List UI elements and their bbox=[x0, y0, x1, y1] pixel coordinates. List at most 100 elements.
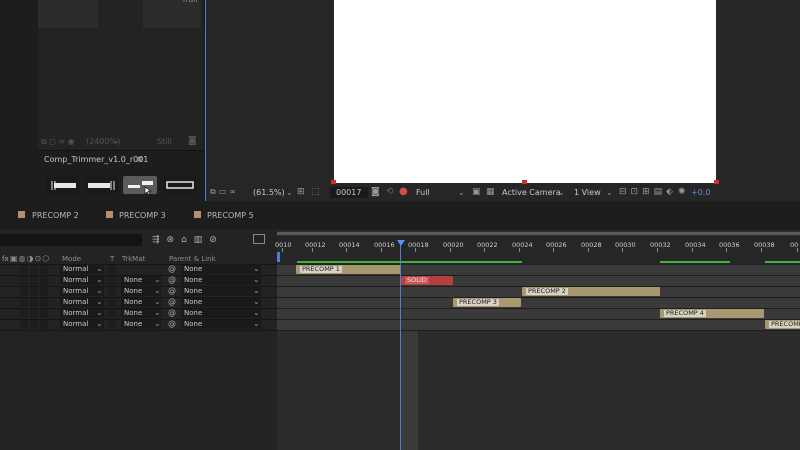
frame-field[interactable]: 00017 bbox=[336, 188, 361, 197]
chevron-down-icon[interactable]: ⌄ bbox=[154, 319, 161, 328]
layer-bar[interactable]: PRECOMP 4 bbox=[660, 309, 764, 318]
layer-switch[interactable] bbox=[30, 309, 38, 318]
time-navigator-range[interactable] bbox=[277, 232, 800, 235]
parent-select[interactable]: None bbox=[181, 287, 261, 296]
layer-switch[interactable] bbox=[30, 265, 38, 274]
parent-select[interactable]: None bbox=[181, 320, 261, 329]
trim-split-button[interactable] bbox=[123, 176, 157, 196]
chevron-down-icon[interactable]: ⌄ bbox=[253, 308, 260, 317]
layer-switch[interactable] bbox=[20, 265, 28, 274]
trim-left-button[interactable] bbox=[46, 176, 80, 194]
chevron-down-icon[interactable]: ⌄ bbox=[96, 297, 103, 306]
chevron-down-icon[interactable]: ⌄ bbox=[253, 319, 260, 328]
tab-precomp-2[interactable]: PRECOMP 2 bbox=[32, 211, 79, 220]
pickwhip-icon[interactable]: @ bbox=[168, 286, 176, 295]
current-time-indicator[interactable] bbox=[400, 240, 401, 450]
preserve-transparency-toggle[interactable] bbox=[108, 265, 116, 274]
layer-switch[interactable] bbox=[40, 276, 48, 285]
layer-bar[interactable]: SOLID bbox=[401, 276, 453, 285]
chevron-down-icon[interactable]: ⌄ bbox=[286, 188, 293, 197]
parent-select[interactable]: None bbox=[181, 265, 261, 274]
chevron-down-icon[interactable]: ⌄ bbox=[253, 286, 260, 295]
camera-select[interactable]: Active Camera bbox=[502, 188, 561, 197]
chevron-down-icon[interactable]: ⌄ bbox=[154, 275, 161, 284]
chevron-down-icon[interactable]: ⌄ bbox=[96, 308, 103, 317]
resolution-select[interactable]: Full bbox=[416, 188, 430, 197]
layer-switch[interactable] bbox=[30, 320, 38, 329]
preserve-transparency-toggle[interactable] bbox=[108, 276, 116, 285]
chevron-down-icon[interactable]: ⌄ bbox=[113, 136, 120, 145]
layer-switch[interactable] bbox=[40, 298, 48, 307]
thumbnail-tile[interactable] bbox=[38, 0, 98, 28]
chevron-down-icon[interactable]: ⌄ bbox=[96, 264, 103, 273]
layer-switch[interactable] bbox=[20, 320, 28, 329]
parent-select[interactable]: None bbox=[181, 276, 261, 285]
parent-select[interactable]: None bbox=[181, 298, 261, 307]
layer-bar[interactable]: PRECOMP 1 bbox=[296, 265, 400, 274]
preserve-transparency-toggle[interactable] bbox=[108, 287, 116, 296]
layer-switch[interactable] bbox=[30, 287, 38, 296]
timeline-lane[interactable] bbox=[277, 276, 800, 287]
timeline-lane[interactable] bbox=[277, 298, 800, 309]
grid-icon[interactable]: ⊞ bbox=[297, 187, 305, 197]
viewer-extra-icons[interactable]: ⊟⊡⊞▤⬖ bbox=[619, 187, 677, 197]
pickwhip-icon[interactable]: @ bbox=[168, 308, 176, 317]
composition-canvas[interactable] bbox=[334, 0, 716, 183]
still-label[interactable]: Still bbox=[157, 137, 172, 146]
chevron-down-icon[interactable]: ⌄ bbox=[253, 264, 260, 273]
parent-select[interactable]: None bbox=[181, 309, 261, 318]
chevron-down-icon[interactable]: ⌄ bbox=[606, 188, 613, 197]
trim-fit-button[interactable] bbox=[163, 176, 197, 194]
preserve-transparency-toggle[interactable] bbox=[108, 298, 116, 307]
layer-switch[interactable] bbox=[20, 287, 28, 296]
timeline-lane[interactable] bbox=[277, 320, 800, 331]
chevron-down-icon[interactable]: ⌄ bbox=[96, 286, 103, 295]
chevron-down-icon[interactable]: ⌄ bbox=[253, 297, 260, 306]
chevron-down-icon[interactable]: ⌄ bbox=[96, 275, 103, 284]
layer-switch[interactable] bbox=[40, 287, 48, 296]
pickwhip-icon[interactable]: @ bbox=[168, 275, 176, 284]
pickwhip-icon[interactable]: @ bbox=[168, 319, 176, 328]
tab-precomp-3[interactable]: PRECOMP 3 bbox=[119, 211, 166, 220]
trim-right-button[interactable] bbox=[84, 176, 118, 194]
layer-switch[interactable] bbox=[30, 276, 38, 285]
thumbnail-tile[interactable] bbox=[143, 0, 201, 28]
view-layout-select[interactable]: 1 View bbox=[574, 188, 601, 197]
exposure-value[interactable]: +0.0 bbox=[691, 188, 710, 197]
playhead-handle[interactable] bbox=[397, 240, 405, 246]
layer-switch[interactable] bbox=[40, 265, 48, 274]
transparency-grid-icon[interactable]: ▦ bbox=[486, 187, 495, 197]
roi-icon[interactable]: ▣ bbox=[472, 187, 481, 197]
chevron-down-icon[interactable]: ⌄ bbox=[154, 286, 161, 295]
layer-switch[interactable] bbox=[20, 309, 28, 318]
color-channels-icon[interactable]: ● bbox=[399, 186, 408, 197]
preserve-transparency-toggle[interactable] bbox=[108, 320, 116, 329]
camera-icon[interactable]: ◙ bbox=[371, 187, 380, 197]
region-icon[interactable]: ⬚ bbox=[311, 187, 320, 197]
timeline-empty-area[interactable] bbox=[277, 331, 800, 450]
layer-switch[interactable] bbox=[40, 309, 48, 318]
tab-precomp-5[interactable]: PRECOMP 5 bbox=[207, 211, 254, 220]
layer-bar[interactable]: PRECOMP 2 bbox=[522, 287, 660, 296]
layer-switch[interactable] bbox=[40, 320, 48, 329]
graph-editor-icon[interactable] bbox=[253, 234, 265, 244]
chevron-down-icon[interactable]: ⌄ bbox=[253, 275, 260, 284]
preserve-transparency-toggle[interactable] bbox=[108, 309, 116, 318]
layer-switch[interactable] bbox=[20, 298, 28, 307]
exposure-icon[interactable]: ✺ bbox=[678, 187, 686, 197]
layer-switch[interactable] bbox=[30, 298, 38, 307]
magnification-readout[interactable]: (61.5%) bbox=[253, 188, 285, 197]
viewer-toolbar-icons[interactable]: ⧉▭∞ bbox=[210, 187, 239, 197]
panel-menu-icon[interactable]: ≡ bbox=[136, 155, 144, 165]
pickwhip-icon[interactable]: @ bbox=[168, 264, 176, 273]
chevron-down-icon[interactable]: ⌄ bbox=[458, 188, 465, 197]
timeline-switch-icons[interactable]: ⇶⊛⌂▥⊘ bbox=[152, 235, 224, 245]
camera-icon[interactable]: ◙ bbox=[188, 136, 197, 146]
channel-icon[interactable]: ⟲ bbox=[386, 187, 394, 197]
work-area-start[interactable] bbox=[277, 252, 280, 262]
layer-bar[interactable]: PRECOMP bbox=[765, 320, 800, 329]
layer-search-input[interactable] bbox=[0, 234, 142, 246]
pickwhip-icon[interactable]: @ bbox=[168, 297, 176, 306]
layer-switch[interactable] bbox=[20, 276, 28, 285]
chevron-down-icon[interactable]: ⌄ bbox=[154, 308, 161, 317]
